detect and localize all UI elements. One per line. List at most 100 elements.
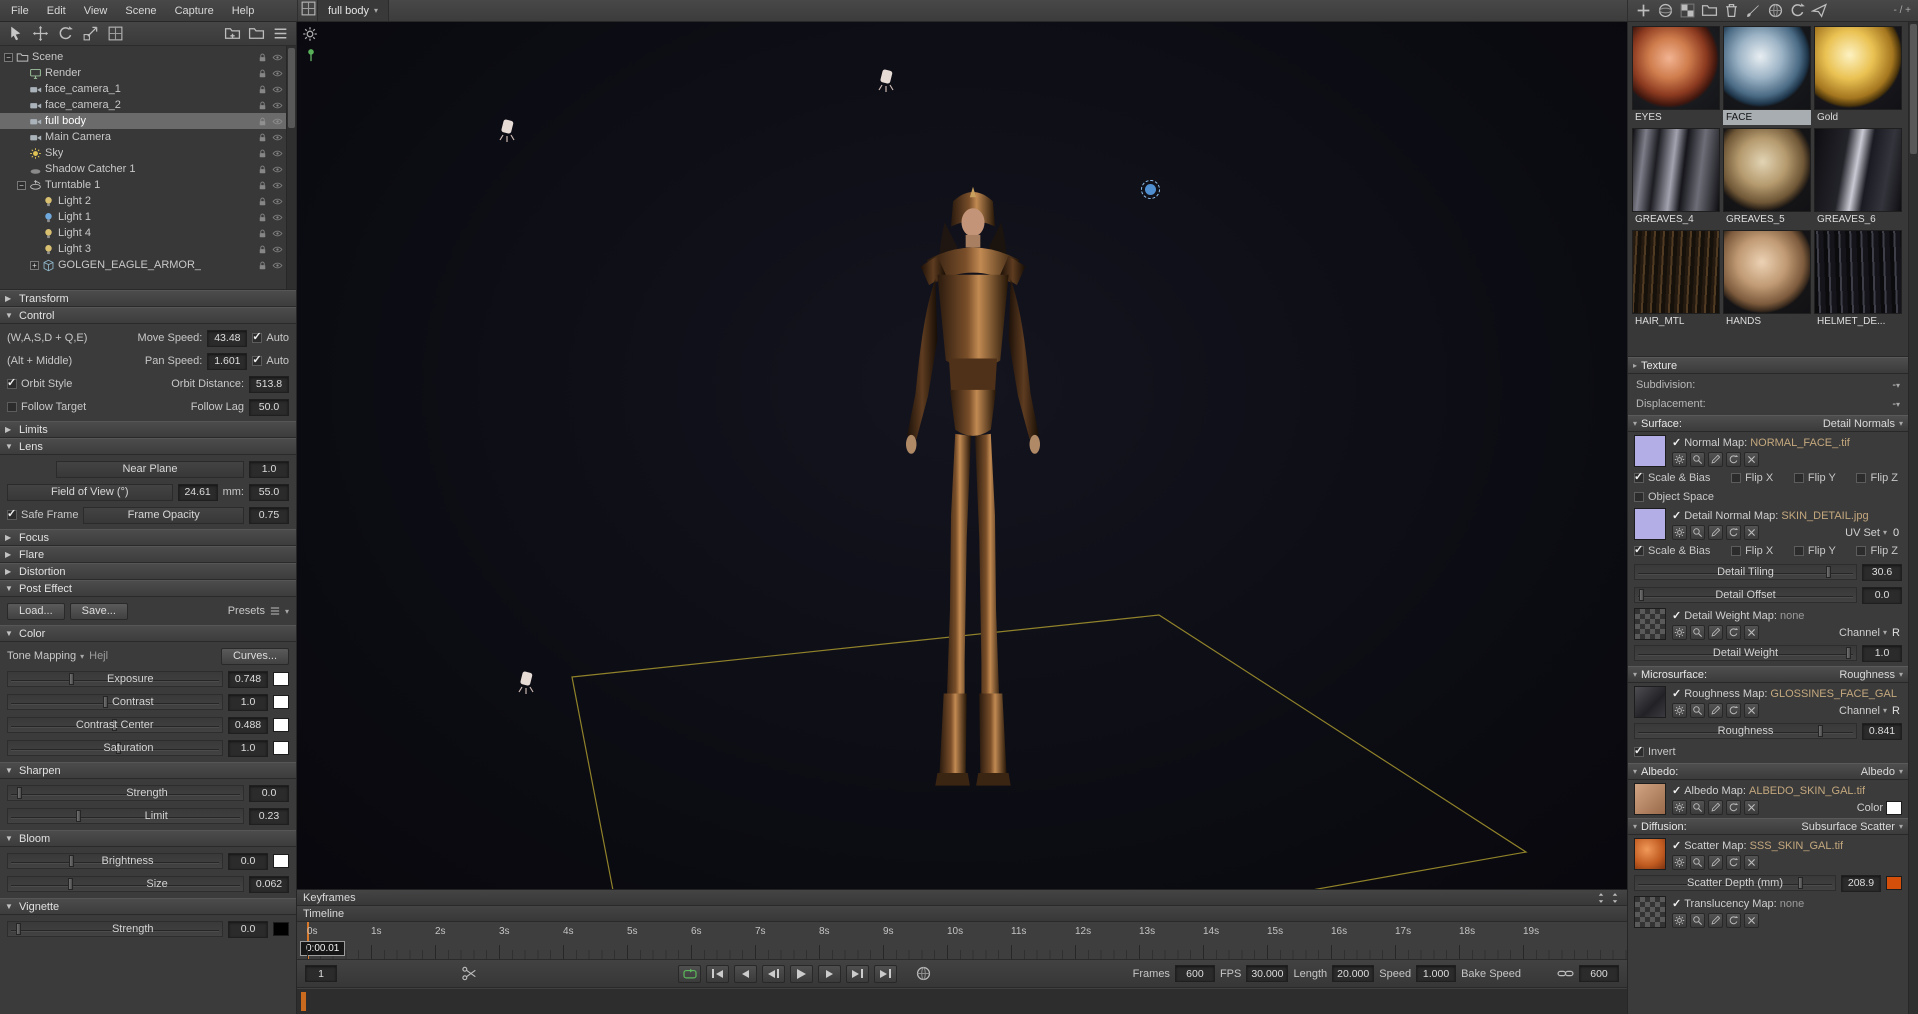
gear-icon[interactable] — [1672, 855, 1687, 870]
link-icon[interactable] — [1557, 965, 1574, 982]
eye-icon[interactable] — [272, 132, 283, 143]
material-face[interactable]: FACE — [1723, 26, 1811, 125]
loop-button[interactable] — [678, 964, 702, 983]
default-material-icon[interactable] — [1679, 2, 1696, 19]
close-icon[interactable] — [1744, 855, 1759, 870]
orbit-distance-field[interactable]: 513.8 — [249, 375, 289, 393]
eye-icon[interactable] — [272, 212, 283, 223]
material-panel-scrollbar[interactable] — [1908, 22, 1918, 1014]
slider-handle[interactable] — [69, 673, 75, 685]
viewport-tab[interactable]: full body ▾ — [317, 0, 389, 21]
material-greaves-6[interactable]: GREAVES_6 — [1814, 128, 1902, 227]
texture-thumbnail[interactable] — [1634, 838, 1666, 870]
saturation-swatch[interactable] — [273, 741, 289, 755]
lock-icon[interactable] — [257, 116, 268, 127]
field-of-view-box[interactable]: Field of View (°) — [7, 483, 173, 501]
scale-tool-icon[interactable] — [82, 25, 99, 42]
environment-library-icon[interactable] — [1767, 2, 1784, 19]
channel-dropdown[interactable]: Channel ▾ R — [1839, 705, 1902, 717]
detail-weight-value[interactable]: 1.0 — [1862, 644, 1902, 662]
search-icon[interactable] — [1690, 800, 1705, 815]
subdivision-row[interactable]: Subdivision: - ▾ — [1634, 377, 1902, 393]
auto-checkbox[interactable]: Auto — [252, 353, 289, 367]
loop-end-field[interactable]: 600 — [1579, 965, 1619, 982]
load-button[interactable]: Load... — [7, 602, 65, 620]
color-swatch[interactable] — [1886, 800, 1902, 815]
close-icon[interactable] — [1744, 800, 1759, 815]
check-icon[interactable]: ✓ — [1672, 436, 1681, 449]
scene-tree-scrollbar[interactable] — [286, 46, 296, 289]
auto-checkbox[interactable]: Auto — [252, 330, 289, 344]
section-control[interactable]: ▼ Control — [0, 307, 296, 324]
frame-opacity-field[interactable]: 0.75 — [249, 506, 289, 524]
channel-dropdown[interactable]: Channel ▾ R — [1839, 627, 1902, 639]
timeline-ruler[interactable]: 0:00.01 0s 1s 2s 3s 4s 5s 6s 7s 8s 9s 10s 11s 12s 13s… — [297, 922, 1627, 960]
jump-start-button[interactable] — [706, 964, 730, 983]
brightness-slider[interactable]: Brightness 0.0 — [7, 851, 289, 871]
pencil-icon[interactable] — [1708, 703, 1723, 718]
viewport-layout-icon[interactable] — [300, 0, 317, 17]
saturation-slider[interactable]: Saturation 1.0 — [7, 738, 289, 758]
close-icon[interactable] — [1744, 703, 1759, 718]
eye-icon[interactable] — [272, 228, 283, 239]
reload-icon[interactable] — [1726, 703, 1741, 718]
next-key-button[interactable] — [846, 964, 870, 983]
exposure-value[interactable]: 0.748 — [228, 670, 268, 688]
track-clip[interactable] — [301, 992, 306, 1011]
section-distortion[interactable]: ▶ Distortion — [0, 563, 296, 580]
menu-view[interactable]: View — [75, 0, 117, 21]
pencil-icon[interactable] — [1708, 525, 1723, 540]
lock-icon[interactable] — [257, 196, 268, 207]
detail-normals-dropdown[interactable]: Detail Normals ▾ — [1823, 418, 1903, 430]
section-flare[interactable]: ▶ Flare — [0, 546, 296, 563]
collapse-icon[interactable]: − — [4, 52, 13, 62]
tree-item-turntable-1[interactable]: − Turntable 1 — [0, 177, 286, 193]
contrast-value[interactable]: 1.0 — [228, 693, 268, 711]
material-gold[interactable]: Gold — [1814, 26, 1902, 125]
flip-y-checkbox[interactable]: Flip Y — [1793, 472, 1836, 484]
strength-value[interactable]: 0.0 — [228, 920, 268, 938]
close-icon[interactable] — [1744, 525, 1759, 540]
step-back-button[interactable] — [762, 964, 786, 983]
frame-number-field[interactable]: 1 — [305, 965, 337, 982]
gear-icon[interactable] — [1672, 525, 1687, 540]
pan-speed-field[interactable]: 1.601 — [207, 352, 248, 370]
frame-opacity-box[interactable]: Frame Opacity — [83, 506, 244, 524]
reload-icon[interactable] — [1726, 452, 1741, 467]
translate-tool-icon[interactable] — [32, 25, 49, 42]
orbit-style-checkbox[interactable]: Orbit Style — [7, 376, 166, 390]
brightness-value[interactable]: 0.0 — [228, 852, 268, 870]
light-gizmo[interactable] — [875, 68, 897, 95]
flip-z-checkbox[interactable]: Flip Z — [1856, 472, 1898, 484]
character-model[interactable] — [847, 170, 1099, 840]
strength-slider[interactable]: Strength 0.0 — [7, 919, 289, 939]
menu-file[interactable]: File — [2, 0, 38, 21]
paint-material-icon[interactable] — [1745, 2, 1762, 19]
contrast-center-swatch[interactable] — [273, 718, 289, 732]
scissors-icon[interactable] — [461, 965, 478, 982]
slider-handle[interactable] — [68, 878, 74, 890]
eye-icon[interactable] — [272, 116, 283, 127]
tree-item-scene[interactable]: − Scene — [0, 49, 286, 65]
selected-light-gizmo[interactable] — [1141, 180, 1160, 199]
step-forward-button[interactable] — [818, 964, 842, 983]
section-diffusion[interactable]: ▾ Diffusion: Subsurface Scatter ▾ — [1628, 818, 1908, 835]
strength-slider[interactable]: Strength 0.0 — [7, 783, 289, 803]
follow-lag-field[interactable]: 50.0 — [249, 398, 289, 416]
tree-item-face-camera-2[interactable]: face_camera_2 — [0, 97, 286, 113]
move-speed-field[interactable]: 43.48 — [207, 329, 248, 347]
detail-offset-value[interactable]: 0.0 — [1862, 586, 1902, 604]
texture-thumbnail[interactable] — [1634, 435, 1666, 467]
reload-icon[interactable] — [1726, 913, 1741, 928]
scroll-up-down-icon[interactable] — [1609, 892, 1621, 904]
lock-icon[interactable] — [257, 180, 268, 191]
flip-x-checkbox[interactable]: Flip X — [1731, 545, 1773, 557]
slider-handle[interactable] — [15, 923, 21, 935]
lock-icon[interactable] — [257, 52, 268, 63]
zoom-controls[interactable]: - / + — [1893, 5, 1911, 16]
tree-item-shadow-catcher-1[interactable]: Shadow Catcher 1 — [0, 161, 286, 177]
section-limits[interactable]: ▶ Limits — [0, 421, 296, 438]
lock-icon[interactable] — [257, 132, 268, 143]
material-eyes[interactable]: EYES — [1632, 26, 1720, 125]
lock-icon[interactable] — [257, 164, 268, 175]
